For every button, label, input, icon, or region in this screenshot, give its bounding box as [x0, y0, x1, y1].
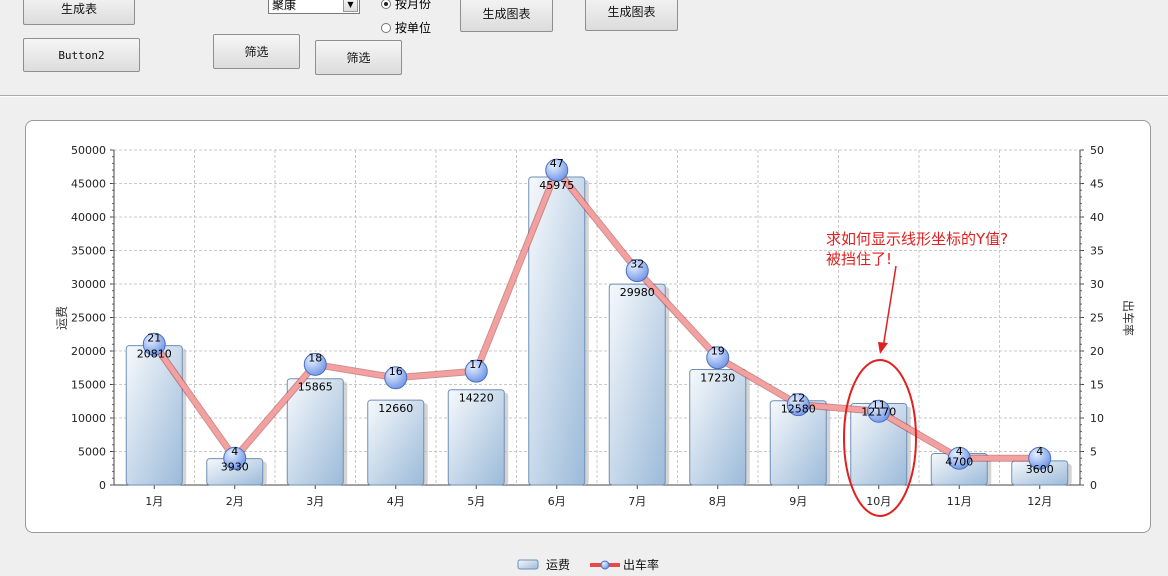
x-tick-label: 12月	[1027, 495, 1052, 508]
bar-value-label: 3930	[221, 461, 249, 474]
line-value-label: 21	[147, 331, 161, 344]
y2-tick-label: 30	[1090, 278, 1104, 291]
bar	[608, 283, 666, 486]
y2-tick-label: 45	[1090, 178, 1104, 191]
y-tick-label: 15000	[71, 379, 106, 392]
legend-bar-swatch	[517, 559, 539, 570]
y-tick-label: 30000	[71, 278, 106, 291]
bar-value-label: 4700	[945, 456, 973, 469]
x-tick-label: 9月	[789, 495, 807, 508]
bar-value-label: 17230	[700, 372, 735, 385]
bar-value-label: 15865	[298, 381, 333, 394]
line-value-label: 18	[308, 351, 322, 364]
bar-value-label: 12170	[861, 405, 896, 418]
annotation-text-1: 求如何显示线形坐标的Y值?	[826, 230, 1008, 248]
y2-tick-label: 50	[1090, 144, 1104, 157]
bar-value-label: 12580	[781, 403, 816, 416]
y2-tick-label: 35	[1090, 245, 1104, 258]
legend-line-label: 出车率	[623, 557, 659, 572]
y2-tick-label: 20	[1090, 345, 1104, 358]
bar-value-label: 29980	[620, 286, 655, 299]
x-tick-label: 4月	[387, 495, 405, 508]
y2-tick-label: 10	[1090, 412, 1104, 425]
legend-bar-label: 运费	[546, 558, 570, 572]
y-tick-label: 20000	[71, 345, 106, 358]
chart-area: 0 5000 10000 15000 20000 25000 30000 35000 40000…	[55, 144, 1136, 572]
line-value-label: 17	[469, 358, 483, 371]
bar	[286, 378, 344, 486]
line-value-label: 4	[231, 445, 238, 458]
bar-value-label: 20810	[137, 348, 172, 361]
x-tick-label: 1月	[145, 495, 163, 508]
x-tick-label: 11月	[947, 495, 972, 508]
annotation-text-2: 被挡住了!	[826, 250, 892, 268]
chart-legend: 运费 出车率	[517, 557, 659, 572]
y-tick-label: 40000	[71, 211, 106, 224]
line-value-label: 4	[1036, 445, 1043, 458]
line-value-label: 19	[711, 345, 725, 358]
line-value-label: 47	[550, 157, 564, 170]
y2-tick-label: 25	[1090, 312, 1104, 325]
x-tick-label: 10月	[866, 495, 891, 508]
bar-value-label: 14220	[459, 392, 494, 405]
bar-value-label: 45975	[539, 179, 574, 192]
x-tick-label: 5月	[467, 495, 485, 508]
y-tick-label: 50000	[71, 144, 106, 157]
x-tick-label: 3月	[306, 495, 324, 508]
y-tick-label: 0	[99, 479, 106, 492]
y2-tick-label: 15	[1090, 379, 1104, 392]
y-tick-label: 10000	[71, 412, 106, 425]
annotation-arrow-head	[878, 342, 888, 354]
x-tick-label: 6月	[548, 495, 566, 508]
y2-tick-label: 40	[1090, 211, 1104, 224]
bar-value-label: 12660	[378, 402, 413, 415]
bar-value-label: 3600	[1026, 463, 1054, 476]
y-tick-label: 5000	[78, 446, 106, 459]
line-value-label: 16	[389, 365, 403, 378]
legend-line-marker	[600, 560, 610, 570]
y2-tick-label: 0	[1090, 479, 1097, 492]
y2-tick-label: 5	[1090, 446, 1097, 459]
y-tick-label: 35000	[71, 245, 106, 258]
y-axis-label: 运费	[55, 306, 69, 330]
line-value-label: 32	[630, 258, 644, 271]
y2-axis-label: 出车率	[1121, 300, 1136, 336]
annotation-arrow-line	[882, 265, 897, 349]
x-tick-label: 2月	[226, 495, 244, 508]
y-tick-label: 45000	[71, 178, 106, 191]
y-tick-label: 25000	[71, 312, 106, 325]
x-tick-label: 8月	[709, 495, 727, 508]
x-tick-label: 7月	[628, 495, 646, 508]
bar	[689, 369, 747, 486]
